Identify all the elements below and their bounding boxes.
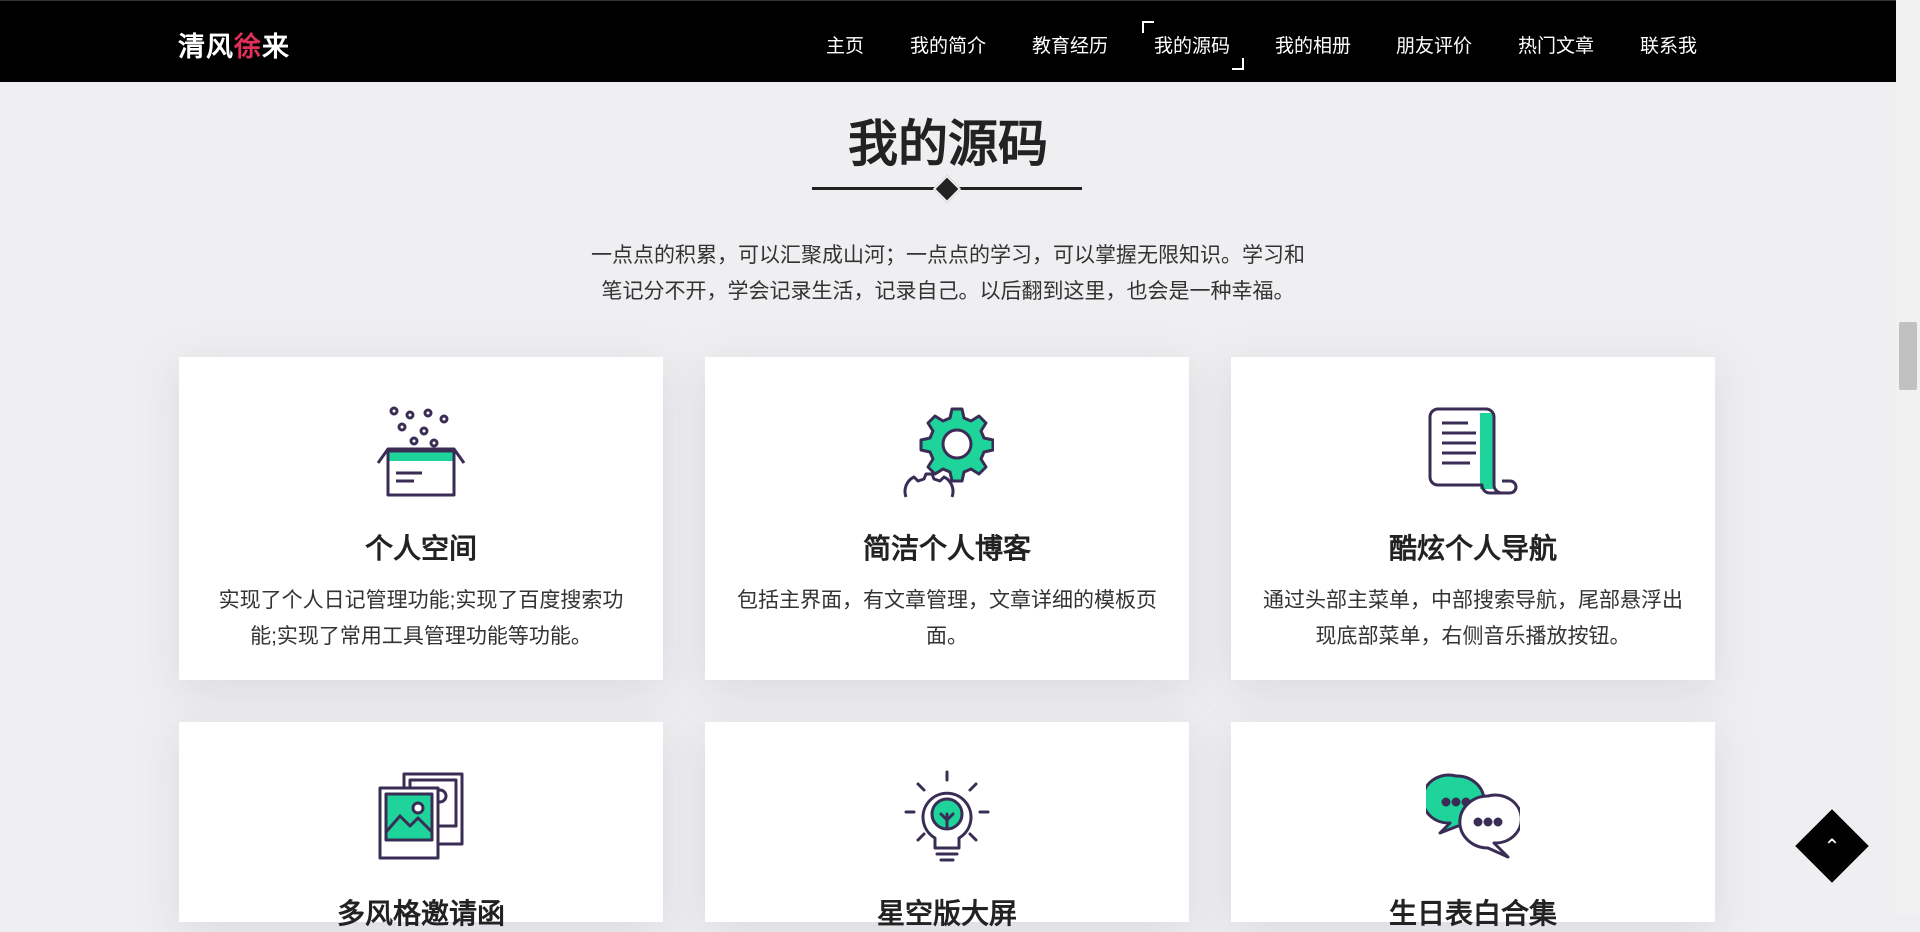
nav-item-articles[interactable]: 热门文章 bbox=[1518, 31, 1594, 58]
project-card-personal-space[interactable]: 个人空间 实现了个人日记管理功能;实现了百度搜索功能;实现了常用工具管理功能等功… bbox=[179, 357, 663, 680]
nav-item-album[interactable]: 我的相册 bbox=[1275, 31, 1351, 58]
card-title: 简洁个人博客 bbox=[862, 533, 1031, 564]
nav-item-contact[interactable]: 联系我 bbox=[1640, 31, 1697, 58]
card-title: 多风格邀请函 bbox=[336, 898, 505, 929]
logo-text-accent: 徐 bbox=[234, 32, 262, 63]
chevron-up-icon: ⌃ bbox=[1823, 835, 1841, 858]
card-title: 生日表白合集 bbox=[1388, 898, 1557, 929]
divider-diamond-icon bbox=[932, 174, 962, 204]
nav-item-source-code[interactable]: 我的源码 bbox=[1141, 21, 1245, 70]
lightbulb-icon bbox=[705, 770, 1189, 864]
card-title: 酷炫个人导航 bbox=[1388, 533, 1557, 564]
intro-line-2: 笔记分不开，学会记录生活，记录自己。以后翻到这里，也会是一种幸福。 bbox=[601, 280, 1295, 303]
project-card-invitation[interactable]: 多风格邀请函 bbox=[179, 722, 663, 929]
nav-item-home[interactable]: 主页 bbox=[826, 31, 864, 58]
logo-text-part1: 清风 bbox=[178, 32, 234, 63]
card-description: 实现了个人日记管理功能;实现了百度搜索功能;实现了常用工具管理功能等功能。 bbox=[218, 589, 624, 648]
project-card-simple-blog[interactable]: 简洁个人博客 包括主界面，有文章管理，文章详细的模板页面。 bbox=[705, 357, 1189, 680]
page-scrollbar[interactable] bbox=[1896, 0, 1920, 914]
section-title: 我的源码 bbox=[848, 116, 1048, 172]
scrollbar-thumb[interactable] bbox=[1899, 322, 1917, 390]
nav-item-reviews[interactable]: 朋友评价 bbox=[1396, 31, 1472, 58]
card-title: 个人空间 bbox=[364, 533, 477, 564]
nav-item-education[interactable]: 教育经历 bbox=[1032, 31, 1108, 58]
intro-line-1: 一点点的积累，可以汇聚成山河；一点点的学习，可以掌握无限知识。学习和 bbox=[591, 244, 1305, 267]
gear-icon bbox=[705, 405, 1189, 499]
top-navigation-bar: 清风徐来 主页 我的简介 教育经历 我的源码 我的相册 朋友评价 热门文章 联系… bbox=[0, 0, 1896, 82]
card-description: 包括主界面，有文章管理，文章详细的模板页面。 bbox=[737, 589, 1157, 648]
back-to-top-button[interactable]: ⌃ bbox=[1795, 809, 1869, 883]
nav-item-profile[interactable]: 我的简介 bbox=[910, 31, 986, 58]
logo-text-part3: 来 bbox=[262, 32, 290, 63]
project-card-navigation[interactable]: 酷炫个人导航 通过头部主菜单，中部搜索导航，尾部悬浮出现底部菜单，右侧音乐播放按… bbox=[1231, 357, 1715, 680]
section-intro: 一点点的积累，可以汇聚成山河；一点点的学习，可以掌握无限知识。学习和 笔记分不开… bbox=[560, 238, 1336, 310]
image-gallery-icon bbox=[179, 770, 663, 864]
project-card-birthday[interactable]: 生日表白合集 bbox=[1231, 722, 1715, 929]
box-icon bbox=[179, 405, 663, 499]
document-icon bbox=[1231, 405, 1715, 499]
project-card-starry-screen[interactable]: 星空版大屏 bbox=[705, 722, 1189, 929]
chat-bubbles-icon bbox=[1231, 770, 1715, 864]
card-title: 星空版大屏 bbox=[876, 898, 1017, 929]
card-description: 通过头部主菜单，中部搜索导航，尾部悬浮出现底部菜单，右侧音乐播放按钮。 bbox=[1263, 589, 1683, 648]
site-logo[interactable]: 清风徐来 bbox=[178, 25, 290, 64]
